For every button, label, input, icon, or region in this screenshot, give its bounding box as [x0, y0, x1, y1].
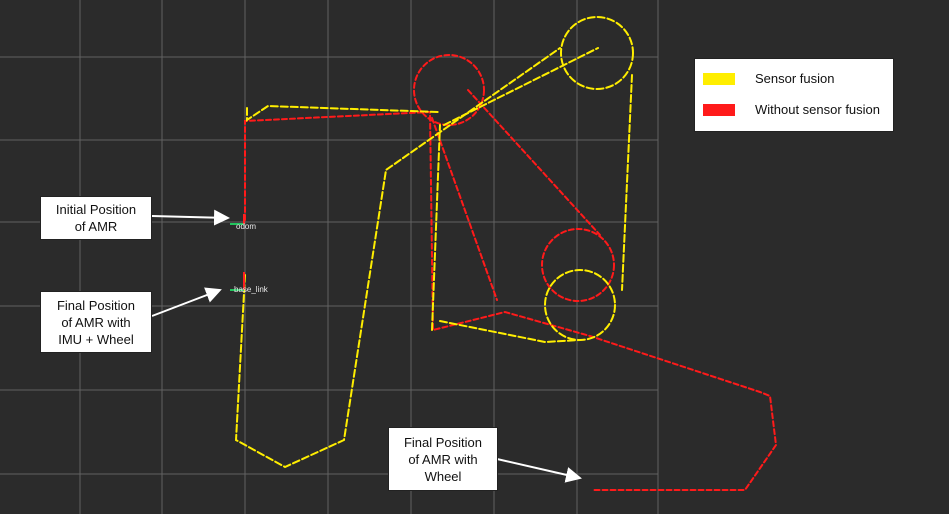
yellow-loop — [544, 269, 616, 341]
red-trajectory-line — [467, 89, 601, 236]
legend-label: Without sensor fusion — [755, 102, 881, 117]
legend: Sensor fusion Without sensor fusion — [694, 58, 894, 132]
red-trajectory-line — [244, 110, 778, 491]
final-wheel-arrow-icon — [496, 458, 582, 483]
final-position-imu-callout: Final Position of AMR with IMU + Wheel — [40, 291, 152, 353]
final-position-wheel-callout: Final Position of AMR with Wheel — [388, 427, 498, 491]
legend-item-without-sensor-fusion: Without sensor fusion — [703, 102, 880, 117]
legend-label: Sensor fusion — [755, 71, 835, 86]
yellow-trajectory-line — [621, 74, 633, 291]
legend-item-sensor-fusion: Sensor fusion — [703, 71, 835, 86]
legend-swatch-yellow — [703, 72, 735, 85]
yellow-loop — [560, 16, 634, 90]
initial-arrow-icon — [151, 209, 230, 226]
initial-position-callout: Initial Position of AMR — [40, 196, 152, 240]
legend-swatch-red — [703, 103, 735, 116]
yellow-trajectory-line — [431, 124, 441, 331]
yellow-trajectory-line — [439, 320, 581, 344]
sensor-fusion-trajectory — [234, 16, 634, 469]
red-loop — [413, 54, 485, 126]
rviz-viewport[interactable]: odom base_link Initial Position of AMR F… — [0, 0, 949, 514]
grid — [0, 0, 659, 514]
red-trajectory-line — [431, 117, 498, 301]
base-frame-label: base_link — [234, 285, 268, 294]
red-loop — [541, 228, 615, 302]
odom-frame-label: odom — [236, 222, 257, 231]
